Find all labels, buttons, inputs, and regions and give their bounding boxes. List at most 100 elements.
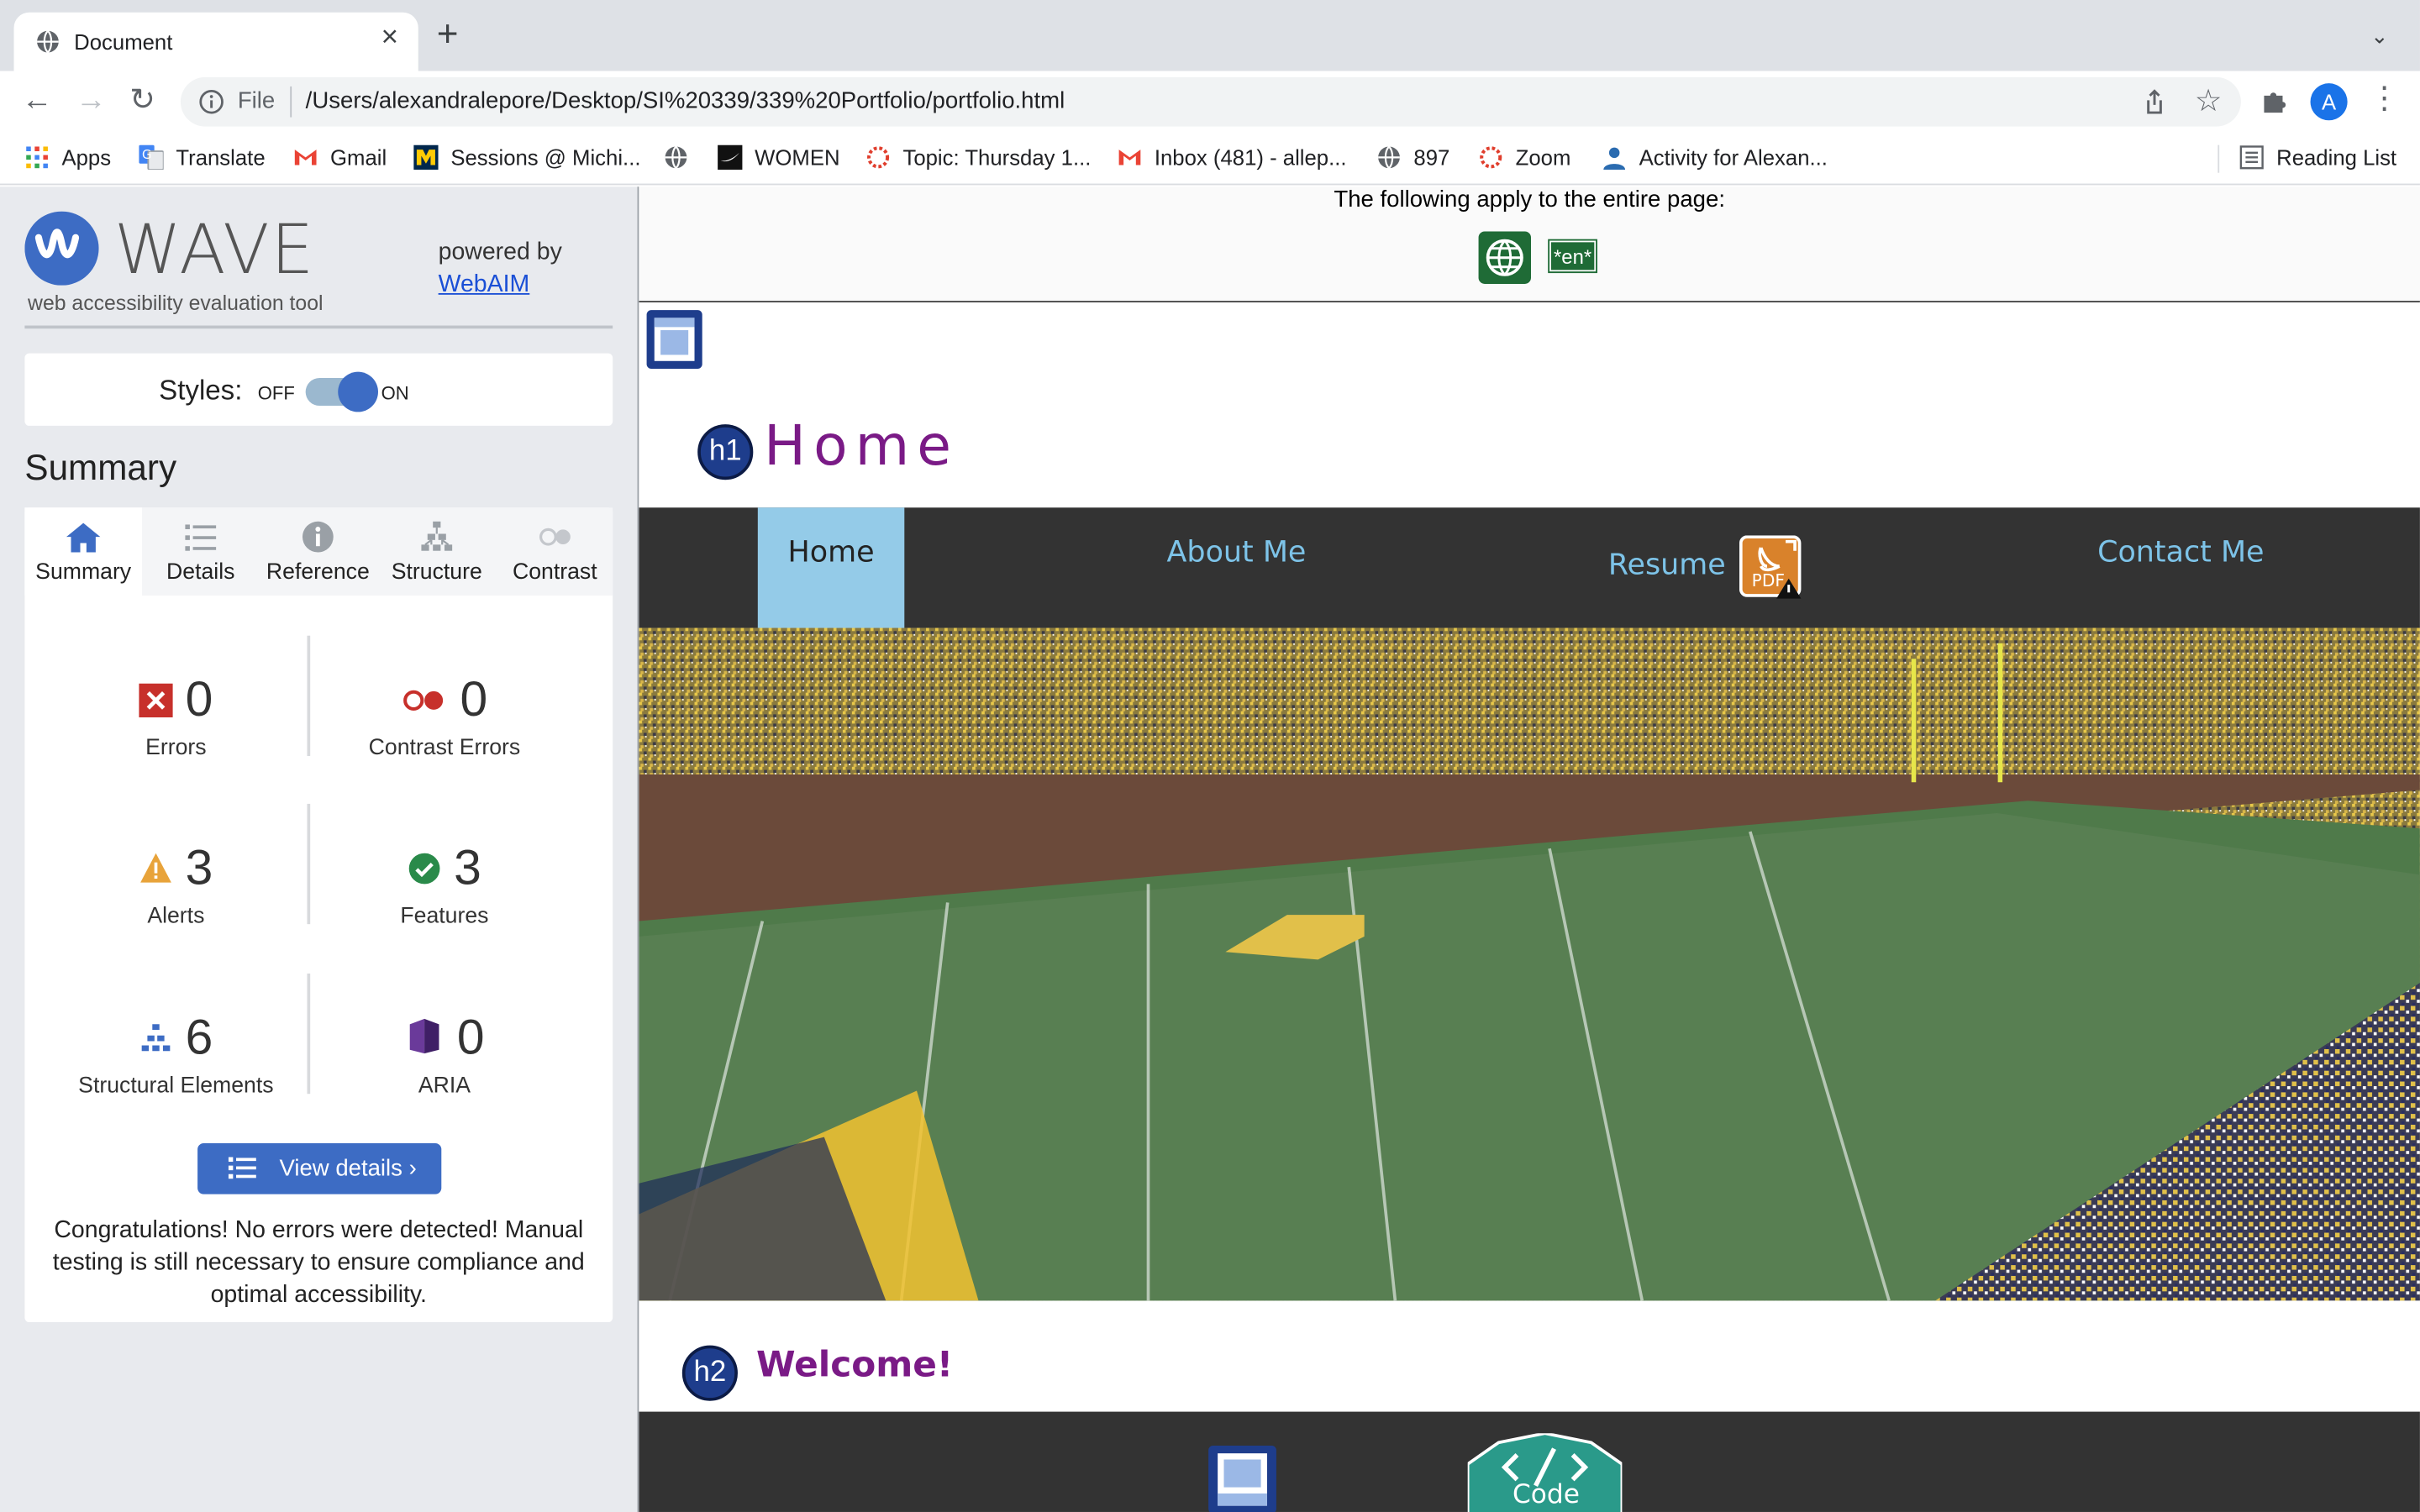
browser-tab[interactable]: Document × [13, 12, 418, 71]
tab-contrast[interactable]: Contrast [497, 507, 613, 596]
forward-arrow-icon[interactable]: → [76, 83, 107, 117]
bookmark-translate[interactable]: G Translate [139, 144, 266, 173]
bookmark-zoom[interactable]: Zoom [1479, 144, 1571, 173]
apps-grid-icon [26, 146, 48, 169]
features-label: Features [400, 904, 489, 929]
view-details-button[interactable]: View details › [197, 1142, 442, 1194]
h2-heading-badge[interactable]: h2 [681, 1345, 738, 1401]
bookmark-label: Activity for Alexan... [1639, 144, 1828, 171]
wave-logo-icon [24, 211, 99, 286]
canvas-icon [1480, 146, 1502, 169]
nav-home[interactable]: Home [757, 507, 905, 628]
back-arrow-icon[interactable]: ← [22, 83, 53, 117]
nav-resume[interactable]: Resume [1608, 520, 1726, 640]
reading-list-label: Reading List [2276, 144, 2397, 171]
new-tab-icon[interactable]: + [437, 16, 459, 54]
extensions-puzzle-icon[interactable] [2260, 85, 2291, 116]
tab-reference[interactable]: Reference [260, 507, 377, 596]
bookmark-label: Zoom [1515, 144, 1571, 171]
list-icon [228, 1157, 256, 1179]
stat-alerts[interactable]: 3 Alerts [37, 836, 315, 929]
globe-icon [665, 145, 687, 169]
stat-structural-elements[interactable]: 6 Structural Elements [37, 1006, 315, 1099]
info-icon [302, 521, 334, 553]
bookmark-label: Sessions @ Michi... [450, 144, 641, 171]
contrast-errors-label: Contrast Errors [368, 736, 521, 761]
wave-header-divider [24, 325, 613, 329]
tab-label: Structure [391, 559, 482, 585]
tab-search-chevron-icon[interactable]: ⌄ [2370, 24, 2389, 50]
google-translate-icon: G [139, 144, 164, 171]
globe-icon [1378, 145, 1400, 169]
header-landmark-icon[interactable] [645, 308, 704, 370]
bookmark-activity[interactable]: Activity for Alexan... [1602, 144, 1828, 173]
alerts-count: 3 [185, 839, 213, 895]
summary-panel: Summary Details Reference Structure Cont… [24, 507, 613, 1323]
browser-tab-strip: Document × + ⌄ [0, 0, 2420, 71]
michigan-m-icon [413, 144, 439, 171]
bookmark-star-icon[interactable]: ☆ [2195, 81, 2223, 120]
profile-avatar[interactable]: A [2310, 83, 2348, 121]
stat-contrast-errors[interactable]: 0 Contrast Errors [306, 668, 584, 761]
bookmarks-bar: Apps G Translate Gmail Sessions @ Michi..… [0, 132, 2420, 186]
bookmark-globe[interactable] [664, 145, 701, 173]
styles-toggle-box: Styles: OFF ON [24, 353, 613, 426]
tab-summary[interactable]: Summary [24, 507, 142, 596]
errors-count: 0 [185, 670, 213, 727]
bookmark-label: 897 [1413, 144, 1450, 171]
nav-contact-me[interactable]: Contact Me [2097, 507, 2264, 627]
bookmark-sessions[interactable]: Sessions @ Michi... [413, 144, 641, 173]
language-tag[interactable]: *en* [1548, 239, 1597, 274]
wave-tabs: Summary Details Reference Structure Cont… [24, 507, 613, 596]
stat-features[interactable]: 3 Features [306, 836, 584, 929]
bookmarks-divider [2217, 144, 2220, 173]
styles-toggle[interactable] [305, 371, 378, 412]
aria-cube-icon [409, 1018, 439, 1054]
nike-icon [718, 144, 743, 171]
globe-icon [37, 29, 59, 54]
powered-by: powered by WebAIM [439, 236, 562, 301]
tab-label: Summary [35, 559, 132, 585]
welcome-heading: Welcome! [755, 1345, 954, 1386]
tab-details[interactable]: Details [142, 507, 260, 596]
reload-icon[interactable]: ↻ [129, 83, 155, 117]
congratulations-message: Congratulations! No errors were detected… [52, 1217, 585, 1309]
hierarchy-icon [421, 521, 453, 551]
contrast-icon [539, 528, 570, 546]
tab-label: Reference [266, 559, 370, 585]
bookmark-897[interactable]: 897 [1376, 145, 1449, 173]
nav-about-me[interactable]: About Me [1167, 507, 1307, 627]
stat-aria[interactable]: 0 ARIA [306, 1006, 584, 1099]
stat-errors[interactable]: 0 Errors [37, 668, 315, 760]
errors-label: Errors [145, 736, 207, 761]
bookmark-label: Apps [61, 144, 112, 171]
page-viewport: The following apply to the entire page: … [639, 186, 2420, 1512]
webaim-link[interactable]: WebAIM [439, 271, 530, 297]
footer-landmark-icon[interactable] [1207, 1444, 1277, 1512]
features-count: 3 [454, 839, 481, 895]
close-tab-icon[interactable]: × [381, 22, 398, 55]
pdf-alert-icon[interactable]: PDF [1739, 535, 1804, 600]
h1-heading-badge[interactable]: h1 [697, 424, 754, 480]
structural-count: 6 [185, 1009, 213, 1065]
bookmark-topic[interactable]: Topic: Thursday 1... [865, 145, 1091, 173]
bookmark-apps[interactable]: Apps [24, 145, 111, 173]
language-globe-icon[interactable] [1478, 231, 1532, 284]
bookmark-gmail[interactable]: Gmail [293, 145, 387, 173]
page-level-annotations: The following apply to the entire page: … [639, 186, 2420, 302]
url-text[interactable]: /Users/alexandralepore/Desktop/SI%20339/… [306, 88, 1065, 114]
alerts-label: Alerts [147, 904, 205, 929]
bookmark-label: WOMEN [755, 144, 840, 171]
reading-list-button[interactable]: Reading List [2239, 145, 2396, 173]
browser-menu-icon[interactable]: ⋮ [2369, 81, 2400, 118]
canvas-icon [867, 146, 890, 169]
tab-structure[interactable]: Structure [376, 507, 497, 596]
bookmark-inbox[interactable]: Inbox (481) - allep... [1118, 145, 1347, 173]
bookmark-women[interactable]: WOMEN [718, 144, 840, 173]
omnibox-divider [290, 86, 292, 118]
address-bar[interactable]: File /Users/alexandralepore/Desktop/SI%2… [180, 76, 2241, 127]
styles-off-label: OFF [257, 382, 295, 405]
site-navigation: Home About Me Resume PDF Contact Me [639, 507, 2420, 628]
info-icon[interactable] [199, 89, 224, 114]
share-icon[interactable] [2141, 88, 2169, 116]
